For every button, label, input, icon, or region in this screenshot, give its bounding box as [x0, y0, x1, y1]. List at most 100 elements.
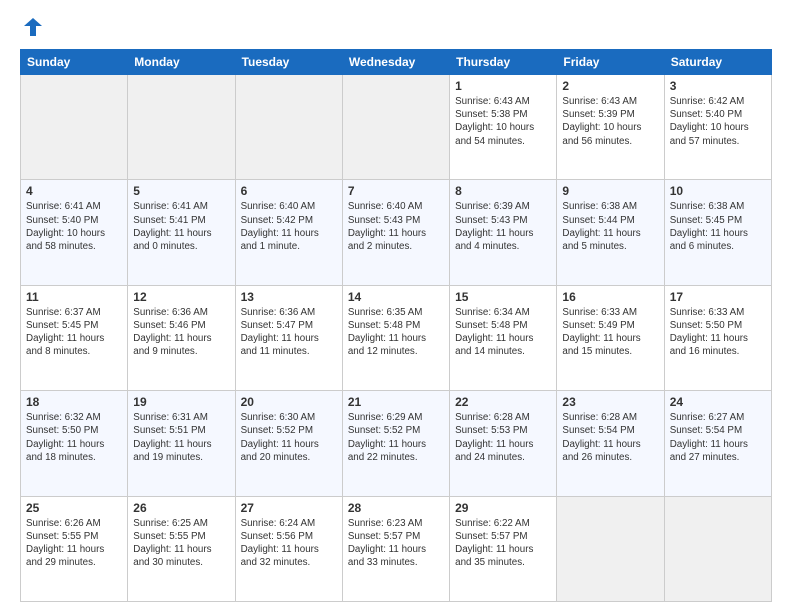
calendar-cell — [21, 75, 128, 180]
calendar-cell — [128, 75, 235, 180]
calendar-cell: 23 Sunrise: 6:28 AMSunset: 5:54 PMDayligh… — [557, 391, 664, 496]
day-info: Sunrise: 6:39 AMSunset: 5:43 PMDaylight:… — [455, 200, 551, 253]
calendar-cell: 29Sunrise: 6:22 AMSunset: 5:57 PMDayligh… — [450, 496, 557, 601]
day-number: 11 — [26, 290, 122, 304]
day-info: Sunrise: 6:28 AMSunset: 5:53 PMDaylight:… — [455, 411, 551, 464]
calendar-cell: 14 Sunrise: 6:35 AMSunset: 5:48 PMDayligh… — [342, 285, 449, 390]
weekday-header: Friday — [557, 50, 664, 75]
calendar-cell: 4 Sunrise: 6:41 AMSunset: 5:40 PMDaylight… — [21, 180, 128, 285]
day-info: Sunrise: 6:37 AMSunset: 5:45 PMDaylight:… — [26, 306, 122, 359]
day-number: 16 — [562, 290, 658, 304]
weekday-header: Monday — [128, 50, 235, 75]
day-number: 21 — [348, 395, 444, 409]
calendar-cell: 21 Sunrise: 6:29 AMSunset: 5:52 PMDayligh… — [342, 391, 449, 496]
calendar-body: 1 Sunrise: 6:43 AMSunset: 5:38 PMDaylight… — [21, 75, 772, 602]
day-number: 23 — [562, 395, 658, 409]
page-header — [20, 16, 772, 43]
day-info: Sunrise: 6:33 AMSunset: 5:50 PMDaylight:… — [670, 306, 766, 359]
day-info: Sunrise: 6:25 AMSunset: 5:55 PMDaylight:… — [133, 517, 229, 570]
day-info: Sunrise: 6:24 AMSunset: 5:56 PMDaylight:… — [241, 517, 337, 570]
calendar-cell: 19 Sunrise: 6:31 AMSunset: 5:51 PMDayligh… — [128, 391, 235, 496]
calendar-cell: 15 Sunrise: 6:34 AMSunset: 5:48 PMDayligh… — [450, 285, 557, 390]
day-number: 12 — [133, 290, 229, 304]
weekday-header: Sunday — [21, 50, 128, 75]
day-info: Sunrise: 6:40 AMSunset: 5:42 PMDaylight:… — [241, 200, 337, 253]
day-info: Sunrise: 6:43 AMSunset: 5:38 PMDaylight:… — [455, 95, 551, 148]
calendar-cell — [235, 75, 342, 180]
weekday-header: Saturday — [664, 50, 771, 75]
day-number: 6 — [241, 184, 337, 198]
calendar-cell: 12 Sunrise: 6:36 AMSunset: 5:46 PMDayligh… — [128, 285, 235, 390]
day-info: Sunrise: 6:34 AMSunset: 5:48 PMDaylight:… — [455, 306, 551, 359]
logo — [20, 16, 44, 43]
day-number: 26 — [133, 501, 229, 515]
day-number: 19 — [133, 395, 229, 409]
day-number: 5 — [133, 184, 229, 198]
calendar-cell: 28Sunrise: 6:23 AMSunset: 5:57 PMDayligh… — [342, 496, 449, 601]
day-info: Sunrise: 6:40 AMSunset: 5:43 PMDaylight:… — [348, 200, 444, 253]
calendar-week-row: 1 Sunrise: 6:43 AMSunset: 5:38 PMDaylight… — [21, 75, 772, 180]
day-number: 29 — [455, 501, 551, 515]
day-number: 25 — [26, 501, 122, 515]
day-number: 22 — [455, 395, 551, 409]
day-info: Sunrise: 6:38 AMSunset: 5:44 PMDaylight:… — [562, 200, 658, 253]
weekday-header: Tuesday — [235, 50, 342, 75]
calendar-cell — [342, 75, 449, 180]
calendar-cell: 18Sunrise: 6:32 AMSunset: 5:50 PMDayligh… — [21, 391, 128, 496]
calendar-cell: 22 Sunrise: 6:28 AMSunset: 5:53 PMDayligh… — [450, 391, 557, 496]
day-number: 15 — [455, 290, 551, 304]
day-number: 18 — [26, 395, 122, 409]
calendar-cell: 3Sunrise: 6:42 AMSunset: 5:40 PMDaylight… — [664, 75, 771, 180]
day-info: Sunrise: 6:28 AMSunset: 5:54 PMDaylight:… — [562, 411, 658, 464]
day-number: 10 — [670, 184, 766, 198]
calendar-table: SundayMondayTuesdayWednesdayThursdayFrid… — [20, 49, 772, 602]
day-number: 14 — [348, 290, 444, 304]
calendar-cell — [557, 496, 664, 601]
calendar-cell: 5 Sunrise: 6:41 AMSunset: 5:41 PMDaylight… — [128, 180, 235, 285]
calendar-cell: 6 Sunrise: 6:40 AMSunset: 5:42 PMDaylight… — [235, 180, 342, 285]
calendar-cell — [664, 496, 771, 601]
day-number: 24 — [670, 395, 766, 409]
calendar-cell: 11 Sunrise: 6:37 AMSunset: 5:45 PMDayligh… — [21, 285, 128, 390]
day-number: 2 — [562, 79, 658, 93]
day-info: Sunrise: 6:23 AMSunset: 5:57 PMDaylight:… — [348, 517, 444, 570]
calendar-cell: 10 Sunrise: 6:38 AMSunset: 5:45 PMDayligh… — [664, 180, 771, 285]
day-number: 4 — [26, 184, 122, 198]
day-info: Sunrise: 6:29 AMSunset: 5:52 PMDaylight:… — [348, 411, 444, 464]
calendar-cell: 27 Sunrise: 6:24 AMSunset: 5:56 PMDayligh… — [235, 496, 342, 601]
day-number: 9 — [562, 184, 658, 198]
calendar-cell: 24 Sunrise: 6:27 AMSunset: 5:54 PMDayligh… — [664, 391, 771, 496]
calendar-cell: 13Sunrise: 6:36 AMSunset: 5:47 PMDayligh… — [235, 285, 342, 390]
day-number: 8 — [455, 184, 551, 198]
day-number: 7 — [348, 184, 444, 198]
day-info: Sunrise: 6:33 AMSunset: 5:49 PMDaylight:… — [562, 306, 658, 359]
calendar-week-row: 11 Sunrise: 6:37 AMSunset: 5:45 PMDayligh… — [21, 285, 772, 390]
calendar-cell: 17Sunrise: 6:33 AMSunset: 5:50 PMDayligh… — [664, 285, 771, 390]
calendar-cell: 20 Sunrise: 6:30 AMSunset: 5:52 PMDayligh… — [235, 391, 342, 496]
calendar-header: SundayMondayTuesdayWednesdayThursdayFrid… — [21, 50, 772, 75]
calendar-cell: 16 Sunrise: 6:33 AMSunset: 5:49 PMDayligh… — [557, 285, 664, 390]
day-info: Sunrise: 6:31 AMSunset: 5:51 PMDaylight:… — [133, 411, 229, 464]
calendar-week-row: 4 Sunrise: 6:41 AMSunset: 5:40 PMDaylight… — [21, 180, 772, 285]
day-info: Sunrise: 6:41 AMSunset: 5:40 PMDaylight:… — [26, 200, 122, 253]
weekday-row: SundayMondayTuesdayWednesdayThursdayFrid… — [21, 50, 772, 75]
calendar-cell: 8 Sunrise: 6:39 AMSunset: 5:43 PMDaylight… — [450, 180, 557, 285]
day-info: Sunrise: 6:26 AMSunset: 5:55 PMDaylight:… — [26, 517, 122, 570]
day-info: Sunrise: 6:36 AMSunset: 5:46 PMDaylight:… — [133, 306, 229, 359]
day-info: Sunrise: 6:36 AMSunset: 5:47 PMDaylight:… — [241, 306, 337, 359]
calendar-cell: 26 Sunrise: 6:25 AMSunset: 5:55 PMDayligh… — [128, 496, 235, 601]
day-info: Sunrise: 6:41 AMSunset: 5:41 PMDaylight:… — [133, 200, 229, 253]
calendar-cell: 25 Sunrise: 6:26 AMSunset: 5:55 PMDayligh… — [21, 496, 128, 601]
day-info: Sunrise: 6:30 AMSunset: 5:52 PMDaylight:… — [241, 411, 337, 464]
calendar-week-row: 25 Sunrise: 6:26 AMSunset: 5:55 PMDayligh… — [21, 496, 772, 601]
day-number: 1 — [455, 79, 551, 93]
day-info: Sunrise: 6:27 AMSunset: 5:54 PMDaylight:… — [670, 411, 766, 464]
calendar-cell: 2Sunrise: 6:43 AMSunset: 5:39 PMDaylight… — [557, 75, 664, 180]
day-info: Sunrise: 6:35 AMSunset: 5:48 PMDaylight:… — [348, 306, 444, 359]
weekday-header: Thursday — [450, 50, 557, 75]
logo-bird-icon — [22, 16, 44, 43]
calendar-cell: 1 Sunrise: 6:43 AMSunset: 5:38 PMDaylight… — [450, 75, 557, 180]
day-info: Sunrise: 6:38 AMSunset: 5:45 PMDaylight:… — [670, 200, 766, 253]
day-number: 27 — [241, 501, 337, 515]
day-number: 20 — [241, 395, 337, 409]
